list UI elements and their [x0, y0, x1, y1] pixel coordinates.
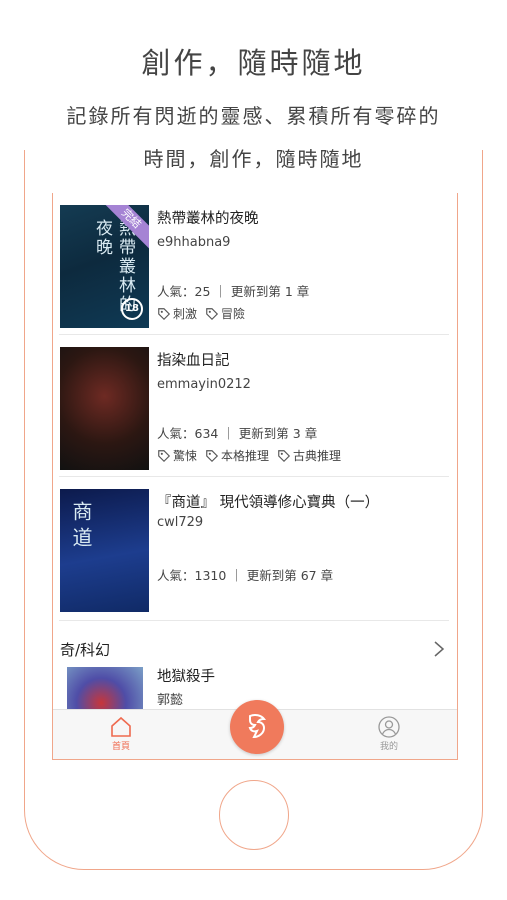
book-title: 熱帶叢林的夜晚	[157, 211, 259, 227]
tag-icon	[206, 307, 219, 320]
tab-me[interactable]: 我的	[359, 716, 419, 752]
tag[interactable]: 驚悚	[157, 447, 197, 464]
promo-subtitle-line1: 記錄所有閃逝的靈感、累積所有零碎的	[66, 104, 441, 128]
book-title: 『商道』 現代領導修心寶典（一）	[157, 495, 380, 511]
book-title: 地獄殺手	[157, 669, 215, 685]
tag[interactable]: 古典推理	[277, 447, 341, 464]
book-item[interactable]: 商道 『商道』 現代領導修心寶典（一） cwl729 人氣：1310 ｜ 更新到…	[53, 477, 457, 621]
book-author: e9hhabna9	[157, 235, 231, 250]
tag[interactable]: 刺激	[157, 305, 197, 322]
tag-icon	[206, 449, 219, 462]
age-rating-badge: 18	[121, 298, 143, 320]
app-screen: 熱帶叢林的夜晚 完結 18 熱帶叢林的夜晚 e9hhabna9 人氣：25 ｜ …	[52, 193, 458, 760]
book-author: emmayin0212	[157, 377, 251, 392]
home-icon	[111, 716, 131, 737]
promo-headline: 創作，隨時隨地	[141, 46, 366, 80]
book-item[interactable]: 熱帶叢林的夜晚 完結 18 熱帶叢林的夜晚 e9hhabna9 人氣：25 ｜ …	[53, 193, 457, 335]
book-cover: 熱帶叢林的夜晚 完結 18	[60, 205, 149, 328]
cover-title-text: 商道	[69, 501, 93, 553]
book-cover: 商道	[60, 489, 149, 612]
book-title: 指染血日記	[157, 353, 230, 369]
tag[interactable]: 冒險	[205, 305, 245, 322]
tag-icon	[158, 449, 171, 462]
tab-home[interactable]: 首頁	[91, 716, 151, 752]
divider	[59, 620, 449, 621]
chevron-right-icon	[434, 641, 445, 657]
book-meta: 人氣：1310 ｜ 更新到第 67 章	[157, 568, 334, 583]
user-icon	[378, 716, 400, 738]
book-meta: 人氣：25 ｜ 更新到第 1 章	[157, 284, 310, 299]
book-item[interactable]: 指染血日記 emmayin0212 人氣：634 ｜ 更新到第 3 章 驚悚 本…	[53, 335, 457, 477]
book-author: cwl729	[157, 515, 204, 530]
book-tags: 刺激 冒險	[157, 305, 245, 322]
book-meta: 人氣：634 ｜ 更新到第 3 章	[157, 426, 318, 441]
book-author: 郭懿	[157, 693, 184, 708]
tag-icon	[158, 307, 171, 320]
category-section-header[interactable]: 奇/科幻	[60, 637, 450, 663]
app-logo-icon	[248, 714, 267, 739]
tag-icon	[278, 449, 291, 462]
section-title: 奇/科幻	[60, 641, 111, 659]
book-cover	[60, 347, 149, 470]
create-story-button[interactable]	[230, 700, 284, 754]
book-tags: 驚悚 本格推理 古典推理	[157, 447, 341, 464]
tag[interactable]: 本格推理	[205, 447, 269, 464]
phone-home-button	[219, 780, 289, 850]
